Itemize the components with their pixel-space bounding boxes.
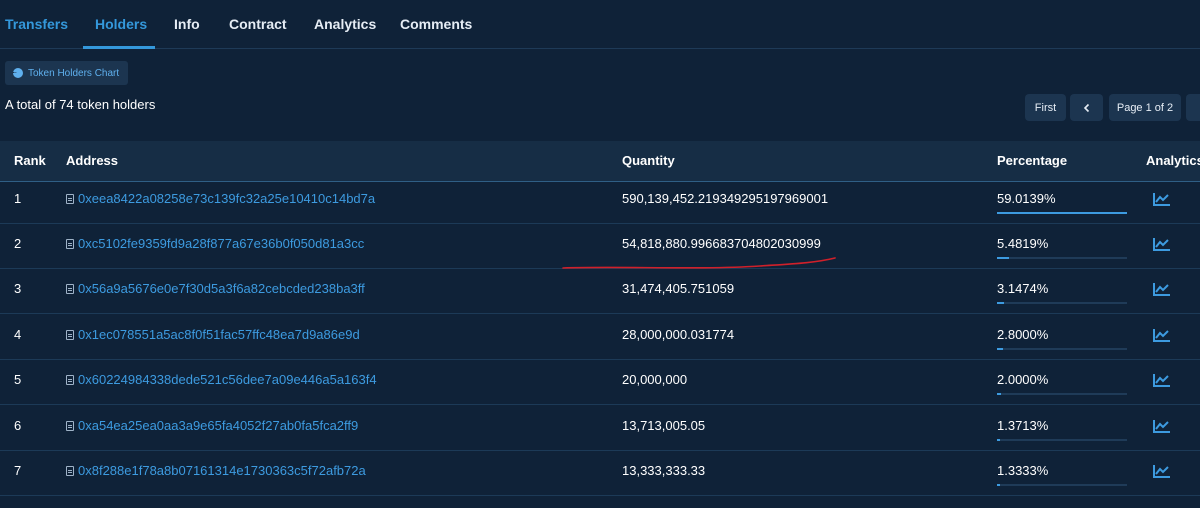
column-header-quantity: Quantity bbox=[622, 153, 675, 168]
tab-analytics[interactable]: Analytics bbox=[314, 16, 376, 32]
column-header-rank: Rank bbox=[14, 153, 46, 168]
first-page-button[interactable]: First bbox=[1025, 94, 1066, 121]
percentage-bar-track bbox=[997, 302, 1127, 304]
document-icon bbox=[66, 374, 74, 385]
column-header-address: Address bbox=[66, 153, 119, 168]
percentage-bar-fill bbox=[997, 302, 1004, 304]
table-row: 4 0x1ec078551a5ac8f0f51fac57ffc48ea7d9a8… bbox=[0, 314, 1200, 360]
previous-page-button[interactable] bbox=[1070, 94, 1103, 121]
rank-cell: 5 bbox=[14, 372, 22, 387]
tab-bar: Transfers Holders Info Contract Analytic… bbox=[0, 0, 1200, 49]
address-link[interactable]: 0xa54ea25ea0aa3a9e65fa4052f27ab0fa5fca2f… bbox=[66, 418, 358, 433]
percentage-bar-fill bbox=[997, 484, 1000, 486]
document-icon bbox=[66, 420, 74, 431]
percentage-cell: 3.1474% bbox=[997, 281, 1049, 296]
address-link[interactable]: 0xeea8422a08258e73c139fc32a25e10410c14bd… bbox=[66, 191, 375, 206]
column-header-percentage: Percentage bbox=[997, 153, 1068, 168]
token-holders-chart-button[interactable]: Token Holders Chart bbox=[5, 61, 129, 85]
holders-total-text: A total of 74 token holders bbox=[5, 97, 156, 112]
quantity-cell: 20,000,000 bbox=[622, 372, 688, 387]
table-row: 5 0x60224984338dede521c56dee7a09e446a5a1… bbox=[0, 359, 1200, 405]
address-link[interactable]: 0x1ec078551a5ac8f0f51fac57ffc48ea7d9a86e… bbox=[66, 327, 360, 342]
analytics-chart-icon[interactable] bbox=[1153, 373, 1171, 387]
tab-info[interactable]: Info bbox=[174, 16, 200, 32]
analytics-chart-icon[interactable] bbox=[1153, 237, 1171, 251]
tab-comments[interactable]: Comments bbox=[400, 16, 472, 32]
address-link[interactable]: 0x56a9a5676e0e7f30d5a3f6a82cebcded238ba3… bbox=[66, 281, 365, 296]
column-header-analytics: Analytics bbox=[1146, 153, 1200, 168]
quantity-cell: 13,333,333.33 bbox=[622, 463, 706, 478]
document-icon bbox=[66, 329, 74, 340]
percentage-bar-track bbox=[997, 439, 1127, 441]
address-text: 0x8f288e1f78a8b07161314e1730363c5f72afb7… bbox=[78, 463, 366, 478]
analytics-chart-icon[interactable] bbox=[1153, 419, 1171, 433]
analytics-chart-icon[interactable] bbox=[1153, 328, 1171, 342]
rank-cell: 1 bbox=[14, 191, 22, 206]
quantity-cell: 54,818,880.996683704802030999 bbox=[622, 236, 821, 251]
document-icon bbox=[66, 238, 74, 249]
document-icon bbox=[66, 283, 74, 294]
token-holders-chart-label: Token Holders Chart bbox=[28, 67, 120, 79]
percentage-bar-fill bbox=[997, 348, 1003, 350]
rank-cell: 3 bbox=[14, 281, 22, 296]
percentage-bar-fill bbox=[997, 439, 1000, 441]
percentage-bar-fill bbox=[997, 393, 1001, 395]
tab-holders[interactable]: Holders bbox=[95, 16, 147, 32]
address-link[interactable]: 0x60224984338dede521c56dee7a09e446a5a163… bbox=[66, 372, 377, 387]
percentage-cell: 1.3713% bbox=[997, 418, 1049, 433]
address-text: 0xeea8422a08258e73c139fc32a25e10410c14bd… bbox=[78, 191, 376, 206]
quantity-cell: 28,000,000.031774 bbox=[622, 327, 735, 342]
percentage-bar-fill bbox=[997, 257, 1009, 259]
address-text: 0xc5102fe9359fd9a28f877a67e36b0f050d81a3… bbox=[78, 236, 365, 251]
analytics-chart-icon[interactable] bbox=[1153, 192, 1171, 206]
rank-cell: 6 bbox=[14, 418, 22, 433]
document-icon bbox=[66, 193, 74, 204]
percentage-bar-track bbox=[997, 348, 1127, 350]
table-header: Rank Address Quantity Percentage Analyti… bbox=[0, 141, 1200, 182]
percentage-bar-track bbox=[997, 257, 1127, 259]
pie-chart-icon bbox=[13, 68, 23, 78]
percentage-bar-track bbox=[997, 393, 1127, 395]
chevron-left-icon bbox=[1083, 103, 1089, 112]
rank-cell: 2 bbox=[14, 236, 22, 251]
table-row: 1 0xeea8422a08258e73c139fc32a25e10410c14… bbox=[0, 178, 1200, 224]
analytics-chart-icon[interactable] bbox=[1153, 282, 1171, 296]
rank-cell: 4 bbox=[14, 327, 22, 342]
address-text: 0x60224984338dede521c56dee7a09e446a5a163… bbox=[78, 372, 377, 387]
percentage-cell: 2.8000% bbox=[997, 327, 1049, 342]
address-link[interactable]: 0xc5102fe9359fd9a28f877a67e36b0f050d81a3… bbox=[66, 236, 364, 251]
percentage-bar-fill bbox=[997, 212, 1127, 214]
table-row: 2 0xc5102fe9359fd9a28f877a67e36b0f050d81… bbox=[0, 223, 1200, 269]
percentage-cell: 1.3333% bbox=[997, 463, 1049, 478]
next-page-button[interactable] bbox=[1186, 94, 1200, 121]
address-link[interactable]: 0x8f288e1f78a8b07161314e1730363c5f72afb7… bbox=[66, 463, 366, 478]
analytics-chart-icon[interactable] bbox=[1153, 464, 1171, 478]
page-indicator: Page 1 of 2 bbox=[1109, 94, 1181, 121]
active-tab-indicator bbox=[83, 46, 155, 49]
tab-transfers[interactable]: Transfers bbox=[5, 16, 68, 32]
quantity-cell: 31,474,405.751059 bbox=[622, 281, 735, 296]
percentage-bar-track bbox=[997, 484, 1127, 486]
document-icon bbox=[66, 465, 74, 476]
first-page-label: First bbox=[1034, 101, 1057, 114]
table-row: 3 0x56a9a5676e0e7f30d5a3f6a82cebcded238b… bbox=[0, 268, 1200, 314]
rank-cell: 7 bbox=[14, 463, 22, 478]
address-text: 0xa54ea25ea0aa3a9e65fa4052f27ab0fa5fca2f… bbox=[78, 418, 359, 433]
percentage-cell: 59.0139% bbox=[997, 191, 1056, 206]
tab-contract[interactable]: Contract bbox=[229, 16, 287, 32]
table-row: 7 0x8f288e1f78a8b07161314e1730363c5f72af… bbox=[0, 450, 1200, 496]
percentage-bar-track bbox=[997, 212, 1127, 214]
percentage-cell: 2.0000% bbox=[997, 372, 1049, 387]
address-text: 0x56a9a5676e0e7f30d5a3f6a82cebcded238ba3… bbox=[78, 281, 365, 296]
quantity-cell: 13,713,005.05 bbox=[622, 418, 706, 433]
address-text: 0x1ec078551a5ac8f0f51fac57ffc48ea7d9a86e… bbox=[78, 327, 360, 342]
table-row: 6 0xa54ea25ea0aa3a9e65fa4052f27ab0fa5fca… bbox=[0, 405, 1200, 451]
page-indicator-label: Page 1 of 2 bbox=[1116, 101, 1174, 114]
quantity-cell: 590,139,452.219349295197969001 bbox=[622, 191, 829, 206]
percentage-cell: 5.4819% bbox=[997, 236, 1049, 251]
